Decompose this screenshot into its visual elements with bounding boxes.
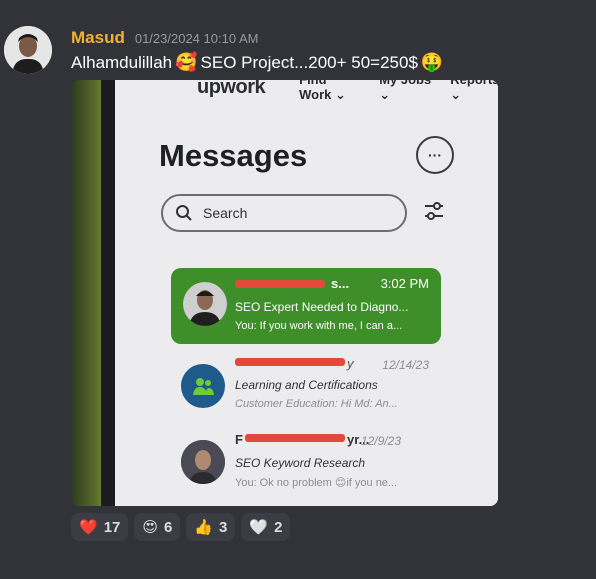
nav-item: Find Work ⌄ [299,80,346,102]
people-icon [193,378,214,395]
contact-photo-icon [181,440,225,484]
smiling-face-hearts-emoji: 🥰 [175,52,198,72]
conversation-time: 12/14/23 [382,358,429,372]
conversation-item: F yr... 12/9/23 SEO Keyword Research You… [171,432,441,492]
search-placeholder: Search [203,205,248,221]
contact-avatar [181,440,225,484]
nav-item: My Jobs ⌄ [379,80,431,102]
redaction-mark [235,280,325,288]
contact-name: s... [331,276,350,291]
conversation-time: 12/9/23 [360,434,401,448]
screenshot-search: Search [161,194,407,232]
reaction-bar: ❤️ 17 😍 6 👍 3 🤍 2 [71,513,291,541]
heart-eyes-icon: 😍 [142,519,159,536]
reaction-heart[interactable]: ❤️ 17 [71,513,129,541]
upwork-logo: upwork [197,80,266,98]
thumbs-up-icon: 👍 [194,519,214,536]
contact-name-initial: F [235,432,243,447]
username[interactable]: Masud [71,28,125,48]
conversation-subject: SEO Keyword Research [235,456,366,470]
money-mouth-emoji: 🤑 [420,52,444,72]
message-text-part: SEO Project...200+ 50=250$ [200,52,418,72]
more-options-icon: ··· [416,136,454,174]
conversation-preview: You: If you work with me, I can a... [235,320,403,332]
avatar[interactable] [4,26,52,74]
contact-photo-icon [183,282,227,326]
message-header: Masud 01/23/2024 10:10 AM [71,28,258,48]
conversation-preview: You: Ok no problem 😊if you ne... [235,477,398,489]
upwork-nav: upwork Find Work ⌄ My Jobs ⌄ Reports ⌄ [197,80,498,103]
redaction-mark [235,358,345,366]
user-avatar-icon [4,26,52,74]
filter-sliders-icon [425,202,443,220]
conversation-preview: Customer Education: Hi Md: An... [235,398,398,410]
contact-name: y [347,356,354,371]
conversation-time: 3:02 PM [380,276,429,291]
redaction-mark [245,434,345,442]
messages-title: Messages [159,138,308,173]
conversation-subject: Learning and Certifications [235,378,378,392]
group-avatar [181,364,225,408]
nav-item: Reports ⌄ [450,80,498,102]
message-text-part: Alhamdulillah [71,52,173,72]
image-attachment[interactable]: upwork Find Work ⌄ My Jobs ⌄ Reports ⌄ M… [71,80,498,506]
reaction-count: 6 [164,518,173,536]
reaction-heart-eyes[interactable]: 😍 6 [134,513,181,541]
reaction-thumbs-up[interactable]: 👍 3 [186,513,236,541]
timestamp: 01/23/2024 10:10 AM [134,31,259,46]
search-icon [176,205,192,221]
reaction-count: 3 [219,518,228,536]
conversation-item: y 12/14/23 Learning and Certifications C… [171,356,441,416]
conversation-subject: SEO Expert Needed to Diagno... [235,300,409,314]
reaction-count: 17 [103,518,121,536]
heart-icon: ❤️ [79,519,98,536]
white-heart-icon: 🤍 [249,519,269,536]
reaction-white-heart[interactable]: 🤍 2 [241,513,291,541]
conversation-item: s... 3:02 PM SEO Expert Needed to Diagno… [171,268,441,344]
contact-avatar [183,282,227,326]
message-text: Alhamdulillah 🥰 SEO Project...200+ 50=25… [71,52,443,73]
reaction-count: 2 [274,518,283,536]
